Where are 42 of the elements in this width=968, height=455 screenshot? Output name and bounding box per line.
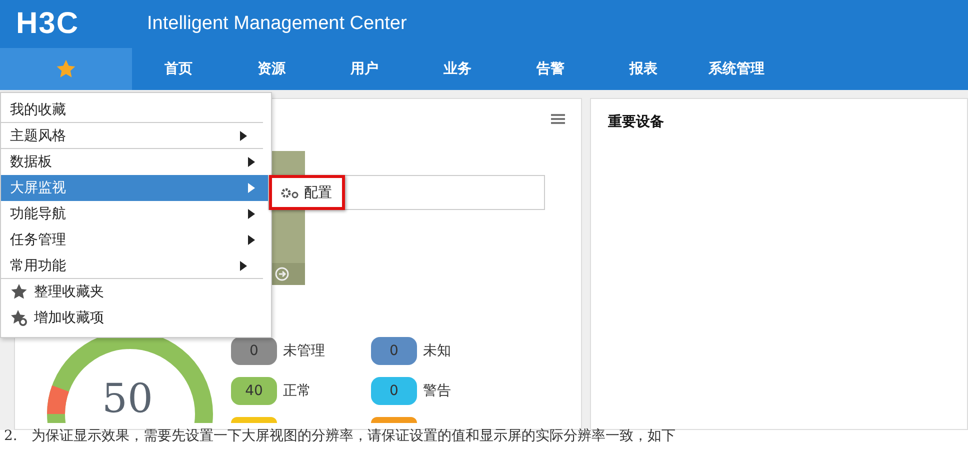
menu-item[interactable]: 我的收藏 (1, 97, 263, 123)
gears-icon (280, 186, 300, 200)
panel-title: 重要设备 (608, 113, 665, 131)
caret-icon (247, 209, 255, 219)
count-badge: 0 (371, 337, 417, 365)
nav-tab[interactable]: 告警 (504, 48, 597, 90)
menu-item[interactable]: 常用功能 (1, 253, 263, 279)
caret-icon (247, 157, 255, 167)
menu-item[interactable]: 功能导航 (1, 201, 271, 227)
count-badge: 40 (231, 377, 277, 405)
menu-item[interactable]: 数据板 (1, 149, 271, 175)
star-plus-icon (10, 309, 28, 327)
menu-item[interactable]: 大屏监视 (1, 175, 271, 201)
status-label: 未知 (423, 342, 451, 360)
nav-tab[interactable]: 首页 (132, 48, 225, 90)
nav-tab[interactable]: 报表 (597, 48, 690, 90)
caption-text: 2. 为保证显示效果，需要先设置一下大屏视图的分辨率，请保证设置的值和显示屏的实际分辨率一致，如下 (3, 428, 676, 445)
menu-item[interactable]: 增加收藏项 (1, 305, 271, 331)
menu-item[interactable]: 主题风格 (1, 123, 263, 149)
nav-tab[interactable]: 资源 (225, 48, 318, 90)
menu-icon[interactable] (551, 113, 565, 125)
nav-tab[interactable]: 系统管理 (690, 48, 783, 90)
caret-icon (247, 183, 255, 193)
star-icon (55, 58, 77, 80)
caret-icon (239, 260, 247, 270)
nav-tab[interactable]: 业务 (411, 48, 504, 90)
status-label: 警告 (423, 382, 451, 400)
menu-item[interactable]: 任务管理 (1, 227, 271, 253)
arrow-right-icon (275, 267, 289, 281)
star-icon (10, 283, 28, 301)
menu-item[interactable]: 配置 (269, 175, 345, 210)
caret-icon (247, 235, 255, 245)
status-label: 未管理 (283, 342, 325, 360)
status-label: 正常 (283, 382, 311, 400)
menu-item[interactable]: 整理收藏夹 (1, 279, 271, 305)
caret-icon (239, 130, 247, 140)
gauge-value: 50 (102, 379, 153, 419)
logo: H3C (15, 7, 80, 41)
app-title: Intelligent Management Center (147, 13, 407, 35)
count-badge: 0 (371, 377, 417, 405)
nav-tab[interactable]: 用户 (318, 48, 411, 90)
count-badge: 0 (231, 337, 277, 365)
